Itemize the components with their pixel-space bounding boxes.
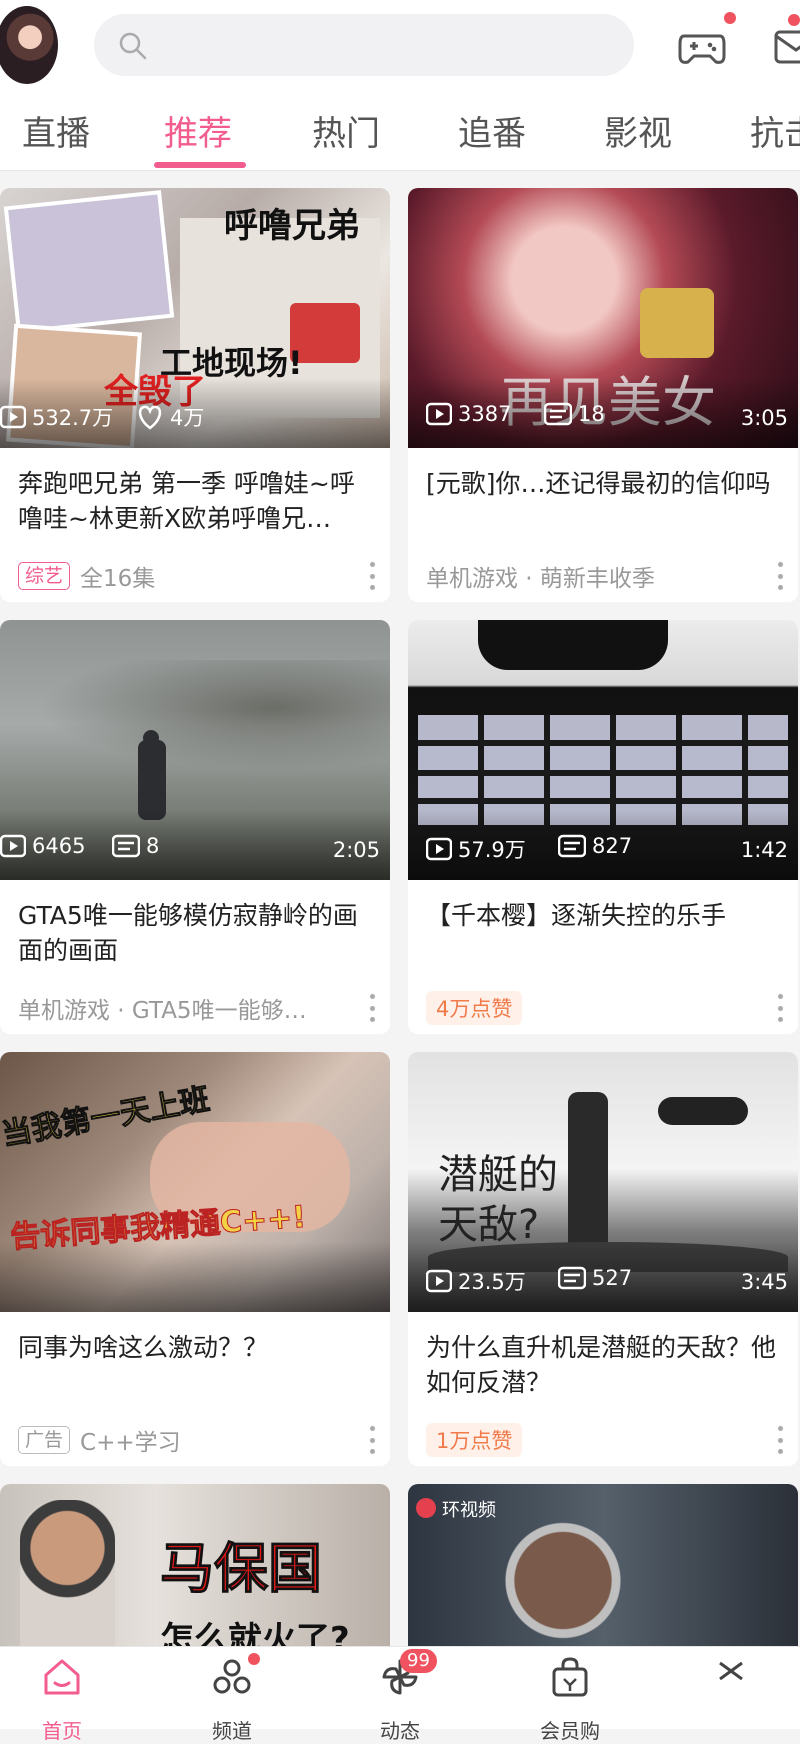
thumbnail-caption: 呼噜兄弟 [224, 206, 360, 246]
danmaku-count: 18 [544, 402, 605, 426]
video-thumbnail[interactable]: 环视频 [408, 1484, 798, 1664]
notification-dot [724, 12, 736, 24]
episode-count: 全16集 [80, 566, 156, 592]
video-duration: 3:05 [740, 406, 788, 430]
video-card[interactable]: 6465 8 2:05 GTA5唯一能够模仿寂静岭的画面的画面 单机游戏 · G… [0, 620, 390, 1034]
video-title[interactable]: GTA5唯一能够模仿寂静岭的画面的画面 [18, 898, 378, 968]
danmaku-count: 8 [112, 834, 159, 858]
video-thumbnail[interactable]: 6465 8 2:05 [0, 620, 390, 880]
video-meta: 综艺 全16集 [18, 558, 155, 594]
video-meta: 单机游戏 · GTA5唯一能够… [18, 990, 307, 1026]
video-title[interactable]: [元歌]你…还记得最初的信仰吗 [426, 466, 786, 501]
tab-film[interactable]: 影视 [604, 106, 672, 155]
tab-hot[interactable]: 热门 [312, 106, 380, 155]
search-icon [119, 32, 147, 60]
play-count: 3387 [426, 402, 511, 426]
video-title[interactable]: 奔跑吧兄弟 第一季 呼噜娃~呼噜哇~林更新X欧弟呼噜兄… [18, 466, 378, 536]
channel-watermark: 环视频 [442, 1500, 496, 1521]
video-card[interactable]: 潜艇的 天敌? 23.5万 527 3:45 为什么直升机是潜艇的天敌？他如何反… [408, 1052, 798, 1466]
heart-icon [138, 405, 162, 430]
play-count: 6465 [0, 834, 85, 858]
mail-icon[interactable] [774, 26, 800, 68]
play-count-icon [426, 837, 452, 861]
play-count: 532.7万 [0, 402, 113, 432]
ad-source: C++学习 [80, 1430, 181, 1456]
like-count-pill: 1万点赞 [426, 1423, 523, 1457]
shopping-bag-icon [552, 1657, 588, 1697]
video-duration: 1:42 [740, 838, 788, 862]
video-thumbnail[interactable]: 当我第一天上班 告诉同事我精通C++! [0, 1052, 390, 1312]
play-count: 57.9万 [426, 834, 526, 864]
video-thumbnail[interactable]: 呼噜兄弟 工地现场! 全毁了 532.7万 4万 [0, 188, 390, 448]
video-meta: 4万点赞 [426, 990, 523, 1026]
video-card[interactable]: 再见美女 3387 18 3:05 [元歌]你…还记得最初的信仰吗 单机游戏 ·… [408, 188, 798, 602]
thumbnail-caption: 马保国 [160, 1537, 323, 1601]
video-title[interactable]: 同事为啥这么激动？？ [18, 1330, 378, 1365]
play-count-icon [0, 834, 26, 858]
home-icon [44, 1659, 80, 1695]
video-channel: 单机游戏 · GTA5唯一能够… [18, 998, 307, 1024]
video-thumbnail[interactable]: 潜艇的 天敌? 23.5万 527 3:45 [408, 1052, 798, 1312]
danmaku-icon [544, 402, 572, 426]
video-card[interactable]: 呼噜兄弟 工地现场! 全毁了 532.7万 4万 奔跑吧兄弟 第一季 呼噜娃~呼… [0, 188, 390, 602]
search-bar[interactable] [94, 14, 634, 76]
nav-channel[interactable]: 频道 [182, 1647, 282, 1743]
category-tabs: 直播 推荐 热门 追番 影视 抗击 [0, 96, 800, 171]
notification-dot [788, 14, 800, 26]
video-duration: 3:45 [740, 1270, 788, 1294]
video-title[interactable]: 为什么直升机是潜艇的天敌？他如何反潜？ [426, 1330, 786, 1400]
close-icon[interactable] [716, 1661, 746, 1681]
tab-recommend[interactable]: 推荐 [164, 106, 232, 155]
video-card[interactable]: 环视频 [408, 1484, 798, 1664]
tab-anime[interactable]: 追番 [458, 106, 526, 155]
play-count-icon [426, 1269, 452, 1293]
active-tab-indicator [154, 162, 246, 168]
video-meta: 1万点赞 [426, 1422, 523, 1458]
channel-icon [213, 1659, 251, 1694]
tab-live[interactable]: 直播 [22, 106, 90, 155]
video-meta: 单机游戏 · 萌新丰收季 [426, 558, 655, 594]
video-thumbnail[interactable]: 57.9万 827 1:42 [408, 620, 798, 880]
user-avatar[interactable] [0, 6, 58, 84]
danmaku-icon [558, 834, 586, 858]
nav-home[interactable]: 首页 [12, 1647, 112, 1743]
play-count-icon [426, 402, 452, 426]
danmaku-count: 827 [558, 834, 632, 858]
more-options-icon[interactable] [778, 562, 784, 590]
notification-dot [248, 1653, 260, 1665]
more-options-icon[interactable] [370, 994, 376, 1022]
video-title[interactable]: 【千本樱】逐渐失控的乐手 [426, 898, 786, 933]
video-thumbnail[interactable]: 再见美女 3387 18 3:05 [408, 188, 798, 448]
danmaku-icon [558, 1266, 586, 1290]
game-controller-icon[interactable] [676, 26, 728, 68]
danmaku-icon [112, 834, 140, 858]
ad-badge: 广告 [18, 1426, 71, 1454]
like-count: 4万 [136, 402, 204, 432]
video-duration: 2:05 [332, 838, 380, 862]
category-badge: 综艺 [18, 562, 71, 590]
video-thumbnail[interactable]: 马保国 怎么就火了? [0, 1484, 390, 1664]
more-options-icon[interactable] [370, 562, 376, 590]
top-header [0, 0, 800, 96]
like-count-pill: 4万点赞 [426, 991, 523, 1025]
video-meta: 广告 C++学习 [18, 1422, 181, 1458]
tab-covid[interactable]: 抗击 [750, 106, 800, 155]
nav-dynamic[interactable]: 99 动态 [350, 1647, 450, 1743]
play-count: 23.5万 [426, 1266, 526, 1296]
play-count-icon [0, 405, 26, 429]
more-options-icon[interactable] [370, 1426, 376, 1454]
bottom-navigation: 首页 频道 99 动态 会员购 [0, 1646, 800, 1743]
video-channel: 单机游戏 · 萌新丰收季 [426, 566, 655, 592]
danmaku-count: 527 [558, 1266, 632, 1290]
more-options-icon[interactable] [778, 994, 784, 1022]
unread-badge: 99 [400, 1649, 437, 1673]
nav-mall[interactable]: 会员购 [520, 1647, 620, 1743]
video-card[interactable]: 当我第一天上班 告诉同事我精通C++! 同事为啥这么激动？？ 广告 C++学习 [0, 1052, 390, 1466]
more-options-icon[interactable] [778, 1426, 784, 1454]
video-card[interactable]: 57.9万 827 1:42 【千本樱】逐渐失控的乐手 4万点赞 [408, 620, 798, 1034]
video-card[interactable]: 马保国 怎么就火了? [0, 1484, 390, 1664]
